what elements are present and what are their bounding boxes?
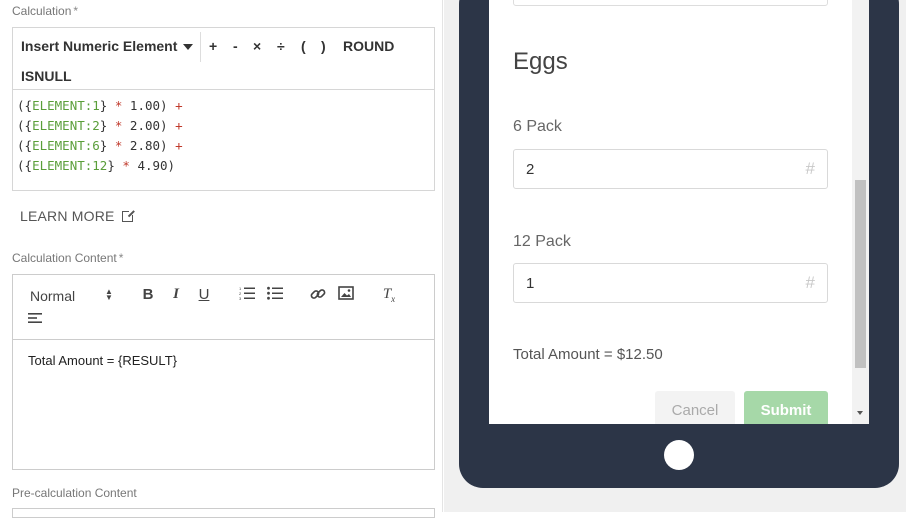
six-pack-label: 6 Pack xyxy=(513,118,562,135)
six-pack-value: 2 xyxy=(526,161,535,178)
calculation-editor-panel: Calculation * Insert Numeric Element + - … xyxy=(0,0,443,518)
open-paren-button[interactable]: ( xyxy=(301,38,306,54)
total-amount-text: Total Amount = $12.50 xyxy=(513,346,663,363)
scroll-down-arrow-icon[interactable] xyxy=(857,411,863,415)
scrollbar-thumb[interactable] xyxy=(855,180,866,368)
calculation-formula-box: Insert Numeric Element + - × ÷ ( ) ROUND… xyxy=(12,27,435,191)
submit-button[interactable]: Submit xyxy=(744,391,828,424)
plus-operator-button[interactable]: + xyxy=(209,38,217,54)
bold-icon[interactable]: B xyxy=(138,286,158,306)
caret-down-icon xyxy=(183,44,194,51)
editor-content[interactable]: Total Amount = {RESULT} xyxy=(28,353,177,368)
divide-operator-button[interactable]: ÷ xyxy=(277,38,285,54)
section-title: Eggs xyxy=(513,48,568,75)
previous-input-field[interactable] xyxy=(513,0,828,6)
image-icon[interactable] xyxy=(336,286,356,306)
toolbar-divider xyxy=(200,32,201,62)
cancel-button[interactable]: Cancel xyxy=(655,391,735,424)
scrollbar[interactable] xyxy=(852,0,869,424)
align-left-icon[interactable] xyxy=(25,311,45,331)
close-paren-button[interactable]: ) xyxy=(321,38,326,54)
isnull-function-button[interactable]: ISNULL xyxy=(21,68,72,84)
format-select[interactable]: Normal xyxy=(30,288,75,304)
formula-line: ({ELEMENT:1} * 1.00) + xyxy=(17,98,183,113)
round-function-button[interactable]: ROUND xyxy=(343,38,394,54)
precalculation-editor[interactable] xyxy=(12,508,435,518)
rich-text-toolbar: Normal ▲ ▼ B I U 123 Tx xyxy=(13,275,434,340)
tablet-home-button xyxy=(664,440,694,470)
formula-toolbar: Insert Numeric Element + - × ÷ ( ) ROUND… xyxy=(13,28,434,90)
svg-text:3: 3 xyxy=(239,296,242,300)
insert-numeric-element-dropdown[interactable]: Insert Numeric Element xyxy=(21,38,194,54)
formula-code-area[interactable]: ({ELEMENT:1} * 1.00) + ({ELEMENT:2} * 2.… xyxy=(17,96,183,176)
twelve-pack-input[interactable]: 1 # xyxy=(513,263,828,303)
twelve-pack-value: 1 xyxy=(526,275,535,292)
calculation-label: Calculation * xyxy=(12,4,79,18)
calculation-content-label: Calculation Content * xyxy=(12,251,124,265)
formula-line: ({ELEMENT:6} * 2.80) + xyxy=(17,138,183,153)
precalculation-content-label: Pre-calculation Content xyxy=(12,486,137,500)
formula-line: ({ELEMENT:2} * 2.00) + xyxy=(17,118,183,133)
minus-operator-button[interactable]: - xyxy=(233,38,238,54)
bullet-list-icon[interactable] xyxy=(265,286,285,306)
clear-formatting-icon[interactable]: Tx xyxy=(379,286,399,306)
learn-more-link[interactable]: LEARN MORE xyxy=(20,208,135,224)
six-pack-input[interactable]: 2 # xyxy=(513,149,828,189)
number-icon: # xyxy=(805,159,815,178)
calculation-content-editor: Normal ▲ ▼ B I U 123 Tx Total Amount = {R… xyxy=(12,274,435,470)
underline-icon[interactable]: U xyxy=(194,286,214,306)
twelve-pack-label: 12 Pack xyxy=(513,233,571,250)
multiply-operator-button[interactable]: × xyxy=(253,38,261,54)
external-link-icon xyxy=(121,209,135,222)
tablet-screen: Eggs 6 Pack 2 # 12 Pack 1 # Total Amount… xyxy=(489,0,869,424)
updown-arrows-icon: ▲ ▼ xyxy=(105,287,113,302)
link-icon[interactable] xyxy=(308,286,328,306)
formula-line: ({ELEMENT:12} * 4.90) xyxy=(17,158,176,173)
ordered-list-icon[interactable]: 123 xyxy=(237,286,257,306)
italic-icon[interactable]: I xyxy=(166,286,186,306)
number-icon: # xyxy=(805,273,815,292)
